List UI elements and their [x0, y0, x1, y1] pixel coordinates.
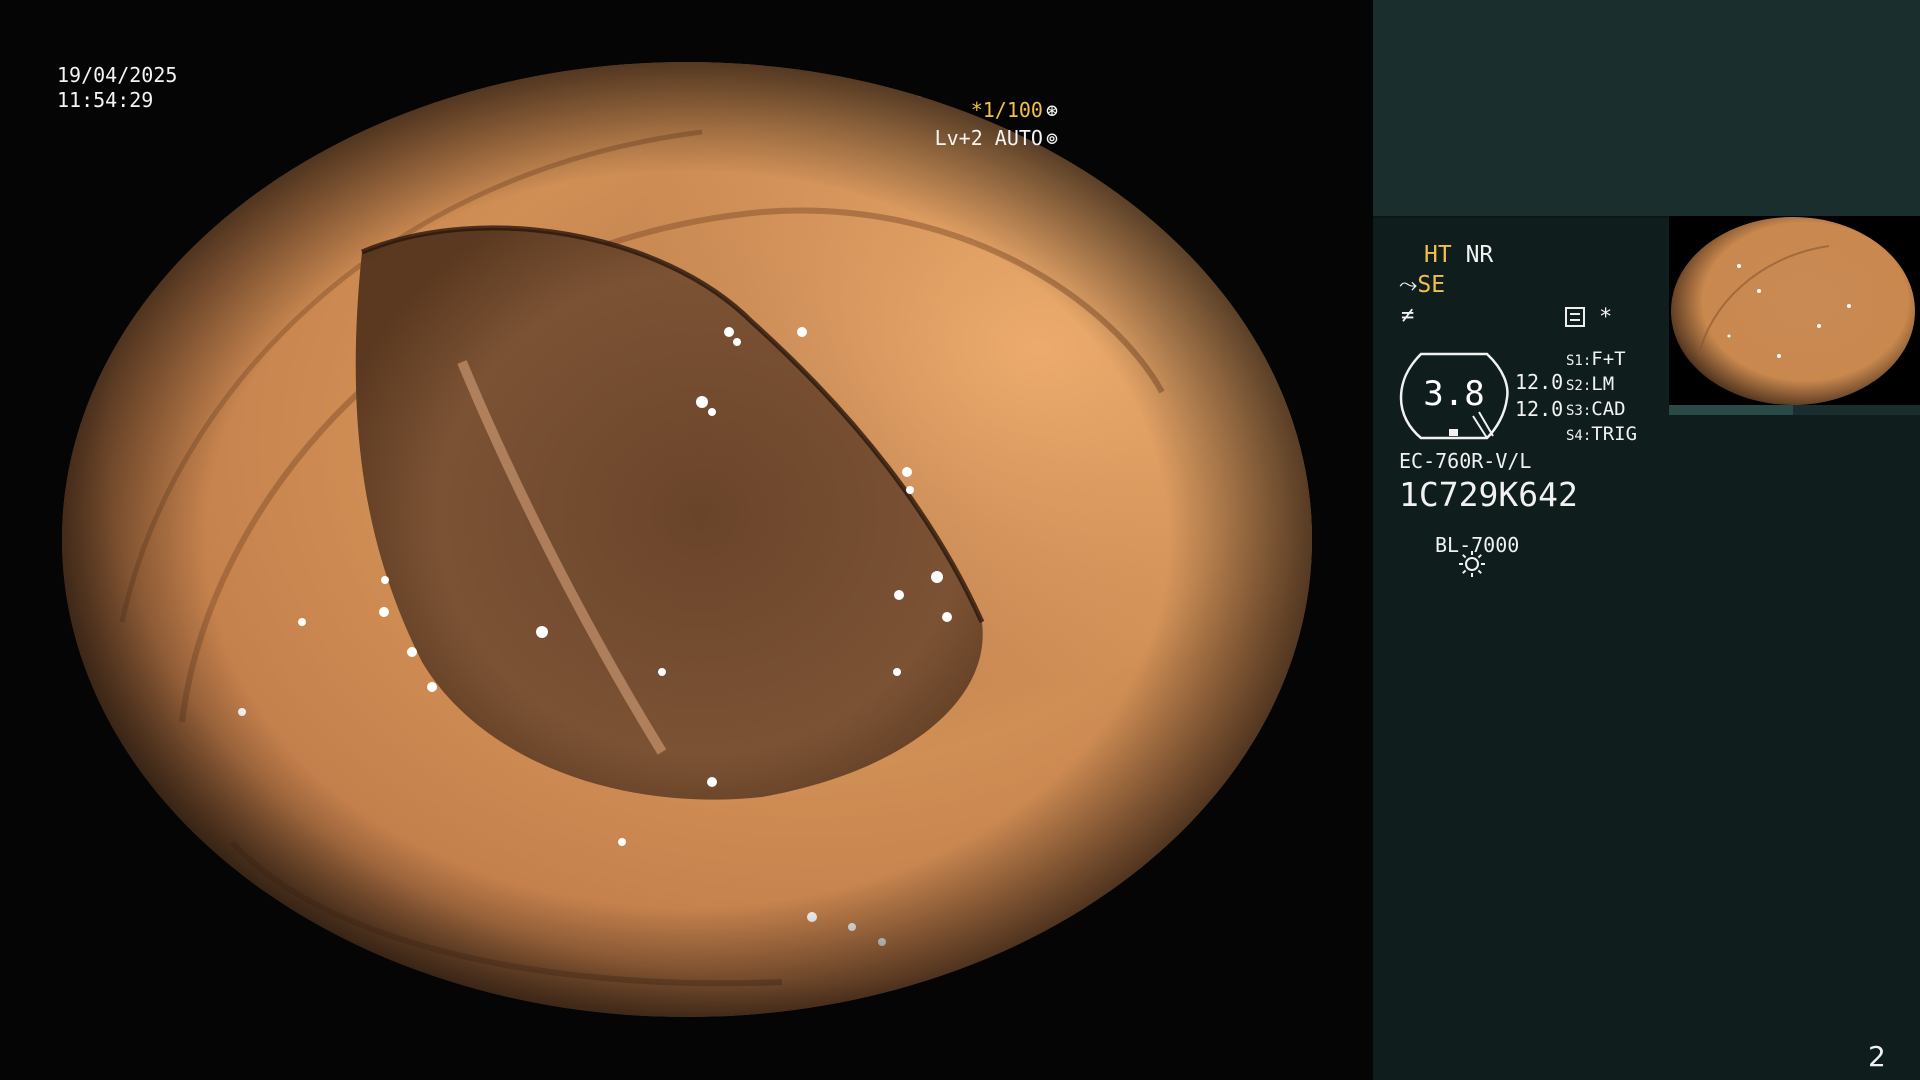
panel-header — [1373, 0, 1920, 218]
captured-image-thumbnail[interactable] — [1669, 216, 1920, 405]
value-readout-b: 12.0 — [1515, 397, 1564, 421]
star-mark: * — [1599, 305, 1613, 330]
brightness-level-readout: Lv+2 AUTO ⊚ — [798, 126, 1058, 151]
structure-enhance-row: ⤳SE — [1399, 272, 1445, 298]
info-panel: HT NR ⤳SE ≠ * 3.8 12.0 12.0 S1:F+T S2:LM… — [1373, 0, 1920, 1080]
value-readout-a: 12.0 — [1515, 370, 1564, 394]
switch-key: S1: — [1566, 353, 1592, 369]
switch-key: S2: — [1566, 378, 1592, 394]
time-text: 11:54:29 — [57, 88, 154, 112]
switch-value: LM — [1591, 373, 1615, 395]
iris-icon: ⊛ — [1045, 98, 1058, 122]
gauge-display: 3.8 — [1399, 352, 1509, 440]
thumbnail-progress-bar — [1669, 405, 1920, 415]
light-source-label: BL-7000 — [1435, 533, 1520, 557]
switch-key: S4: — [1566, 428, 1592, 444]
page-number: 2 — [1868, 1040, 1886, 1073]
se-label: SE — [1417, 272, 1446, 298]
switch-row: S1:F+T — [1566, 348, 1626, 370]
switch-value: CAD — [1591, 398, 1626, 420]
scope-serial-number: 1C729K642 — [1399, 475, 1578, 514]
switch-value: F+T — [1591, 348, 1626, 370]
switch-value: TRIG — [1591, 423, 1638, 445]
endoscope-image — [62, 62, 1312, 1017]
scope-model-label: EC-760R-V/L — [1399, 449, 1532, 473]
ht-mode-label: HT — [1424, 242, 1452, 268]
shutter-text: *1/100 — [970, 98, 1043, 122]
switch-row: S4:TRIG — [1566, 423, 1637, 445]
endoscope-video-area: 19/04/2025 11:54:29 *1/100 ⊛ Lv+2 AUTO ⊚ — [0, 0, 1373, 1080]
switch-row: S2:LM — [1566, 373, 1614, 395]
shutter-readout: *1/100 ⊛ — [798, 98, 1058, 123]
thumbnail-progress-fill — [1669, 405, 1793, 415]
memo-icon — [1565, 307, 1585, 327]
light-source-icon — [1400, 531, 1485, 577]
switch-key: S3: — [1566, 403, 1592, 419]
date-time-readout: 19/04/2025 11:54:29 — [57, 63, 177, 113]
nr-mode-label: NR — [1465, 242, 1494, 268]
date-text: 19/04/2025 — [57, 63, 178, 87]
switch-row: S3:CAD — [1566, 398, 1626, 420]
endoscopy-screen: 19/04/2025 11:54:29 *1/100 ⊛ Lv+2 AUTO ⊚ H… — [0, 0, 1920, 1080]
auto-iris-icon: ⊚ — [1045, 126, 1058, 150]
gauge-value: 3.8 — [1423, 374, 1485, 414]
level-text: Lv+2 AUTO — [934, 126, 1043, 150]
image-mode-row: HT NR — [1424, 242, 1493, 268]
enhance-icon: ⤳ — [1399, 272, 1418, 298]
filter-mark: ≠ — [1401, 303, 1415, 328]
